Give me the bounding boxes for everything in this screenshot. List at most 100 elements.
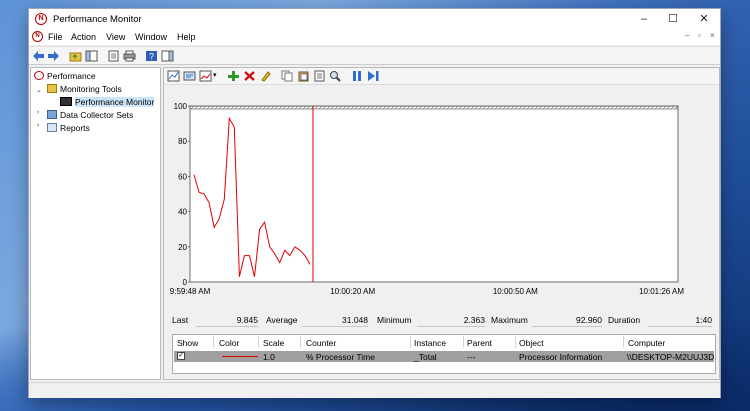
- back-arrow-icon[interactable]: [32, 50, 45, 62]
- performance-line-chart[interactable]: 100 80 60 40 20 09:59:48 AM 10:00:20 AM 10:00:5…: [170, 102, 690, 302]
- column-divider[interactable]: [300, 336, 301, 348]
- column-header-show[interactable]: Show: [177, 338, 198, 348]
- column-divider[interactable]: [213, 336, 214, 348]
- perfmon-icon: [34, 71, 44, 80]
- duration-value: 1:40: [695, 315, 712, 325]
- minimum-value: 2.363: [463, 315, 485, 325]
- tree-item-performance[interactable]: Performance: [34, 71, 96, 83]
- maximum-label: Maximum: [491, 315, 528, 325]
- column-divider[interactable]: [258, 336, 259, 348]
- tree-item-monitoring-tools[interactable]: Monitoring Tools: [47, 84, 122, 96]
- x-tick-label: 10:00:50 AM: [493, 287, 538, 296]
- main-toolbar: ?: [29, 46, 720, 65]
- show-hide-tree-icon[interactable]: [85, 50, 98, 62]
- y-tick-label: 20: [178, 243, 187, 252]
- paste-counter-list-icon[interactable]: [297, 70, 310, 82]
- statistics-bar: Last 9.845 Average 31.048 Minimum 2.363 …: [172, 315, 716, 329]
- chevron-right-icon[interactable]: ›: [37, 122, 39, 129]
- column-header-computer[interactable]: Computer: [628, 338, 665, 348]
- average-value: 31.048: [342, 315, 368, 325]
- maximum-value-box: 92.960: [532, 315, 602, 327]
- perfmon-icon: N: [35, 13, 47, 25]
- change-graph-type-icon[interactable]: [199, 70, 212, 82]
- folder-icon: [47, 84, 57, 93]
- forward-arrow-icon[interactable]: [47, 50, 60, 62]
- counter-row[interactable]: ✓ 1.0 % Processor Time _Total --- Proces…: [174, 351, 714, 362]
- chevron-down-icon[interactable]: ⌄: [36, 86, 42, 94]
- last-label: Last: [172, 315, 189, 325]
- graph-toolbar: ▾: [164, 68, 719, 85]
- help-icon[interactable]: ?: [145, 50, 158, 62]
- menu-file[interactable]: File: [48, 32, 63, 42]
- mdi-restore-button[interactable]: ▫: [698, 31, 701, 40]
- up-folder-icon[interactable]: [69, 50, 82, 62]
- menu-help[interactable]: Help: [177, 32, 196, 42]
- y-tick-label: 0: [183, 278, 188, 287]
- column-divider[interactable]: [623, 336, 624, 348]
- column-header-parent[interactable]: Parent: [467, 338, 492, 348]
- plot-area: [189, 105, 679, 283]
- delete-counter-icon[interactable]: [243, 70, 256, 82]
- status-bar: [29, 382, 720, 398]
- menu-view[interactable]: View: [106, 32, 125, 42]
- last-value-box: 9.845: [196, 315, 258, 327]
- tree-item-performance-monitor[interactable]: Performance Monitor: [60, 97, 155, 109]
- minimum-value-box: 2.363: [417, 315, 485, 327]
- navigation-tree: Performance ⌄ Monitoring Tools Performan…: [30, 67, 161, 380]
- perfmon-icon[interactable]: N: [32, 31, 43, 42]
- zoom-icon[interactable]: [329, 70, 342, 82]
- title-bar: N Performance Monitor – ☐ ✕: [29, 9, 720, 29]
- freeze-display-icon[interactable]: [351, 70, 364, 82]
- counter-computer: \\DESKTOP-M2UUJ3D: [627, 352, 715, 362]
- close-button[interactable]: ✕: [689, 9, 719, 29]
- show-hide-action-pane-icon[interactable]: [161, 50, 174, 62]
- column-header-color[interactable]: Color: [219, 338, 239, 348]
- view-current-activity-icon[interactable]: [167, 70, 180, 82]
- mdi-minimize-button[interactable]: –: [685, 31, 689, 40]
- column-header-instance[interactable]: Instance: [414, 338, 446, 348]
- column-header-object[interactable]: Object: [519, 338, 544, 348]
- x-tick-label: 9:59:48 AM: [170, 287, 211, 296]
- chevron-down-icon[interactable]: ▾: [213, 71, 217, 79]
- menu-bar: N File Action View Window Help – ▫ ×: [29, 29, 720, 45]
- minimize-button[interactable]: –: [629, 9, 659, 29]
- y-tick-label: 80: [178, 137, 187, 146]
- properties-icon[interactable]: [107, 50, 120, 62]
- duration-value-box: 1:40: [648, 315, 712, 327]
- update-data-icon[interactable]: [367, 70, 380, 82]
- monitor-icon: [60, 97, 72, 106]
- menu-window[interactable]: Window: [135, 32, 167, 42]
- menu-action[interactable]: Action: [71, 32, 96, 42]
- view-log-data-icon[interactable]: [183, 70, 196, 82]
- counter-scale: 1.0: [263, 352, 275, 362]
- window-title: Performance Monitor: [53, 14, 142, 25]
- tree-item-reports[interactable]: Reports: [47, 123, 90, 135]
- maximize-button[interactable]: ☐: [658, 9, 688, 29]
- print-icon[interactable]: [123, 50, 136, 62]
- counter-parent: ---: [467, 352, 476, 362]
- counter-object: Processor Information: [519, 352, 603, 362]
- y-tick-label: 100: [174, 102, 188, 111]
- counter-instance: _Total: [414, 352, 437, 362]
- maximum-value: 92.960: [576, 315, 602, 325]
- counter-list: Show Color Scale Counter Instance Parent…: [172, 334, 716, 374]
- tree-item-data-collector-sets[interactable]: Data Collector Sets: [47, 110, 133, 122]
- column-divider[interactable]: [463, 336, 464, 348]
- average-value-box: 31.048: [302, 315, 368, 327]
- top-hatch-band: [189, 105, 679, 110]
- copy-properties-icon[interactable]: [281, 70, 294, 82]
- highlight-icon[interactable]: [259, 70, 272, 82]
- counter-name: % Processor Time: [306, 352, 375, 362]
- data-collector-icon: [47, 110, 57, 119]
- x-tick-label: 10:01:26 AM: [639, 287, 684, 296]
- column-divider[interactable]: [410, 336, 411, 348]
- chart-axes: [189, 105, 679, 283]
- mdi-close-button[interactable]: ×: [710, 31, 715, 40]
- column-header-counter[interactable]: Counter: [306, 338, 336, 348]
- column-header-scale[interactable]: Scale: [263, 338, 284, 348]
- show-checkbox[interactable]: ✓: [177, 352, 185, 360]
- add-counter-icon[interactable]: [227, 70, 240, 82]
- column-divider[interactable]: [515, 336, 516, 348]
- properties-icon[interactable]: [313, 70, 326, 82]
- chevron-right-icon[interactable]: ›: [37, 109, 39, 116]
